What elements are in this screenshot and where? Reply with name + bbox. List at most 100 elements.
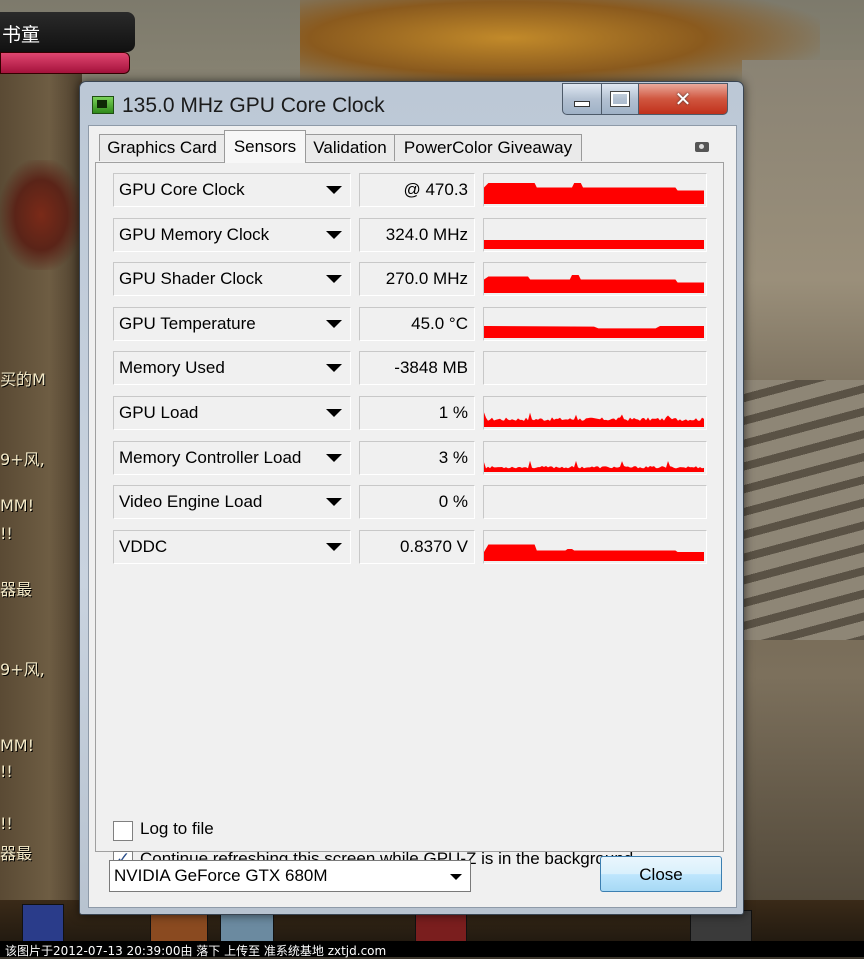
upload-caption: 该图片于2012-07-13 20:39:00由 落下 上传至 准系统基地 zx… [5, 944, 387, 958]
sensor-value-box: 270.0 MHz [359, 262, 475, 297]
maximize-button[interactable] [601, 83, 639, 115]
chevron-down-icon [326, 186, 342, 194]
sensor-name-dropdown[interactable]: GPU Shader Clock [113, 262, 351, 297]
log-to-file-label: Log to file [140, 819, 214, 838]
window-close-button[interactable]: ✕ [638, 83, 728, 115]
sensor-name: GPU Memory Clock [119, 224, 270, 244]
sensor-value-box: 0.8370 V [359, 529, 475, 564]
gpu-select-dropdown[interactable]: NVIDIA GeForce GTX 680M [109, 860, 471, 892]
chevron-down-icon [326, 453, 342, 462]
sensor-value-box: 45.0 °C [359, 306, 475, 341]
sensor-name-dropdown[interactable]: GPU Memory Clock [113, 217, 351, 252]
window-title: 135.0 MHz GPU Core Clock [122, 94, 385, 117]
sensor-value: -3848 MB [394, 358, 468, 378]
sensor-name-dropdown[interactable]: Memory Used [113, 351, 351, 386]
sensor-row: VDDC 0.8370 V [113, 529, 707, 564]
sensor-row: GPU Core Clock @ 470.3 [113, 173, 707, 207]
sensor-value: @ 470.3 [403, 180, 468, 199]
sensor-graph-fill [484, 325, 704, 338]
gpu-chip-icon [92, 96, 114, 114]
game-chat-line: 9+风, [0, 660, 45, 679]
sensor-name-dropdown[interactable]: Memory Controller Load [113, 440, 351, 475]
bottom-bar: NVIDIA GeForce GTX 680M Close [89, 856, 736, 906]
game-chat-line: !! [0, 814, 13, 833]
sensor-name-dropdown[interactable]: VDDC [113, 529, 351, 564]
log-to-file-checkbox[interactable] [113, 821, 133, 841]
tab-graphics-card[interactable]: Graphics Card [99, 134, 225, 161]
sensor-name: GPU Temperature [119, 313, 256, 333]
sensor-value: 1 % [438, 403, 468, 422]
sensor-graph[interactable] [483, 217, 707, 252]
close-button-label: Close [639, 865, 683, 884]
sensor-graph[interactable] [483, 306, 707, 341]
game-chat-line: 器最 [0, 844, 33, 863]
sensor-name-dropdown[interactable]: GPU Load [113, 396, 351, 430]
sensor-value: 0.8370 V [399, 536, 468, 556]
minimize-button[interactable] [562, 83, 602, 115]
game-chat-line: 器最 [0, 580, 33, 599]
sensor-graph[interactable] [483, 173, 707, 207]
sensor-row: GPU Shader Clock 270.0 MHz [113, 262, 707, 297]
sensor-name-dropdown[interactable]: GPU Temperature [113, 306, 351, 341]
sensor-value: 270.0 MHz [385, 269, 468, 289]
window-client-area: Graphics Card Sensors Validation PowerCo… [88, 125, 737, 908]
sensor-name-dropdown[interactable]: Video Engine Load [113, 485, 351, 520]
game-skill-icon[interactable] [150, 912, 208, 944]
sensor-graph-fill [484, 544, 704, 561]
sensor-value-box: 3 % [359, 440, 475, 475]
maximize-icon [610, 91, 630, 107]
game-chat-line: !! [0, 762, 13, 781]
game-chat-line: MM! [0, 736, 35, 755]
sensor-name: Video Engine Load [119, 492, 263, 512]
sensor-graph[interactable] [483, 529, 707, 564]
sensor-row: Memory Controller Load 3 % [113, 440, 707, 475]
chevron-down-icon [326, 409, 342, 417]
game-chat-line: 买的M [0, 370, 46, 389]
sensor-row: GPU Memory Clock 324.0 MHz [113, 217, 707, 252]
sensor-name: GPU Shader Clock [119, 269, 263, 289]
sensor-row: Memory Used -3848 MB [113, 351, 707, 386]
game-skill-icon[interactable] [22, 904, 64, 942]
sensor-graph-fill [484, 412, 704, 427]
sensor-name-dropdown[interactable]: GPU Core Clock [113, 173, 351, 207]
title-bar[interactable]: 135.0 MHz GPU Core Clock ✕ [80, 82, 743, 126]
camera-icon[interactable] [695, 142, 709, 152]
background-red-tree [0, 160, 82, 270]
sensor-row: GPU Temperature 45.0 °C [113, 306, 707, 341]
sensors-panel: GPU Core Clock @ 470.3 GPU Memory Clock 324… [95, 162, 724, 871]
tab-sensors[interactable]: Sensors [224, 130, 306, 163]
tab-bar: Graphics Card Sensors Validation PowerCo… [89, 126, 736, 163]
sensor-graph-fill [484, 275, 704, 294]
sensor-graph[interactable] [483, 351, 707, 386]
sensor-graph[interactable] [483, 396, 707, 430]
game-chat-line: MM! [0, 496, 35, 515]
chevron-down-icon [326, 364, 342, 373]
sensor-value: 3 % [438, 447, 468, 467]
sensor-graph[interactable] [483, 262, 707, 297]
sensor-name: Memory Controller Load [119, 447, 302, 467]
sensor-value-box: 0 % [359, 485, 475, 520]
sensor-name: VDDC [119, 536, 168, 556]
sensor-graph[interactable] [483, 485, 707, 520]
game-hp-bar [0, 52, 130, 74]
chevron-down-icon [450, 874, 462, 880]
upload-caption-bar: 该图片于2012-07-13 20:39:00由 落下 上传至 准系统基地 zx… [0, 941, 864, 958]
game-chat-line: !! [0, 524, 13, 543]
close-button[interactable]: Close [600, 856, 722, 892]
sensor-value-box: 324.0 MHz [359, 217, 475, 252]
sensor-graph-fill [484, 239, 704, 249]
game-skill-icon[interactable] [220, 914, 274, 944]
sensor-graph-fill [484, 183, 704, 204]
chevron-down-icon [326, 542, 342, 551]
gpu-select-value: NVIDIA GeForce GTX 680M [114, 866, 328, 885]
sensor-value-box: -3848 MB [359, 351, 475, 386]
tab-powercolor-giveaway[interactable]: PowerColor Giveaway [394, 134, 582, 161]
sensor-row: Video Engine Load 0 % [113, 485, 707, 520]
gpuz-window: 135.0 MHz GPU Core Clock ✕ Graphics Card… [79, 81, 744, 915]
chevron-down-icon [326, 319, 342, 328]
game-chat-line: 9+风, [0, 450, 45, 469]
tab-validation[interactable]: Validation [305, 134, 395, 161]
sensor-name: GPU Core Clock [119, 180, 245, 199]
game-skill-icon[interactable] [415, 912, 467, 944]
sensor-graph[interactable] [483, 440, 707, 475]
